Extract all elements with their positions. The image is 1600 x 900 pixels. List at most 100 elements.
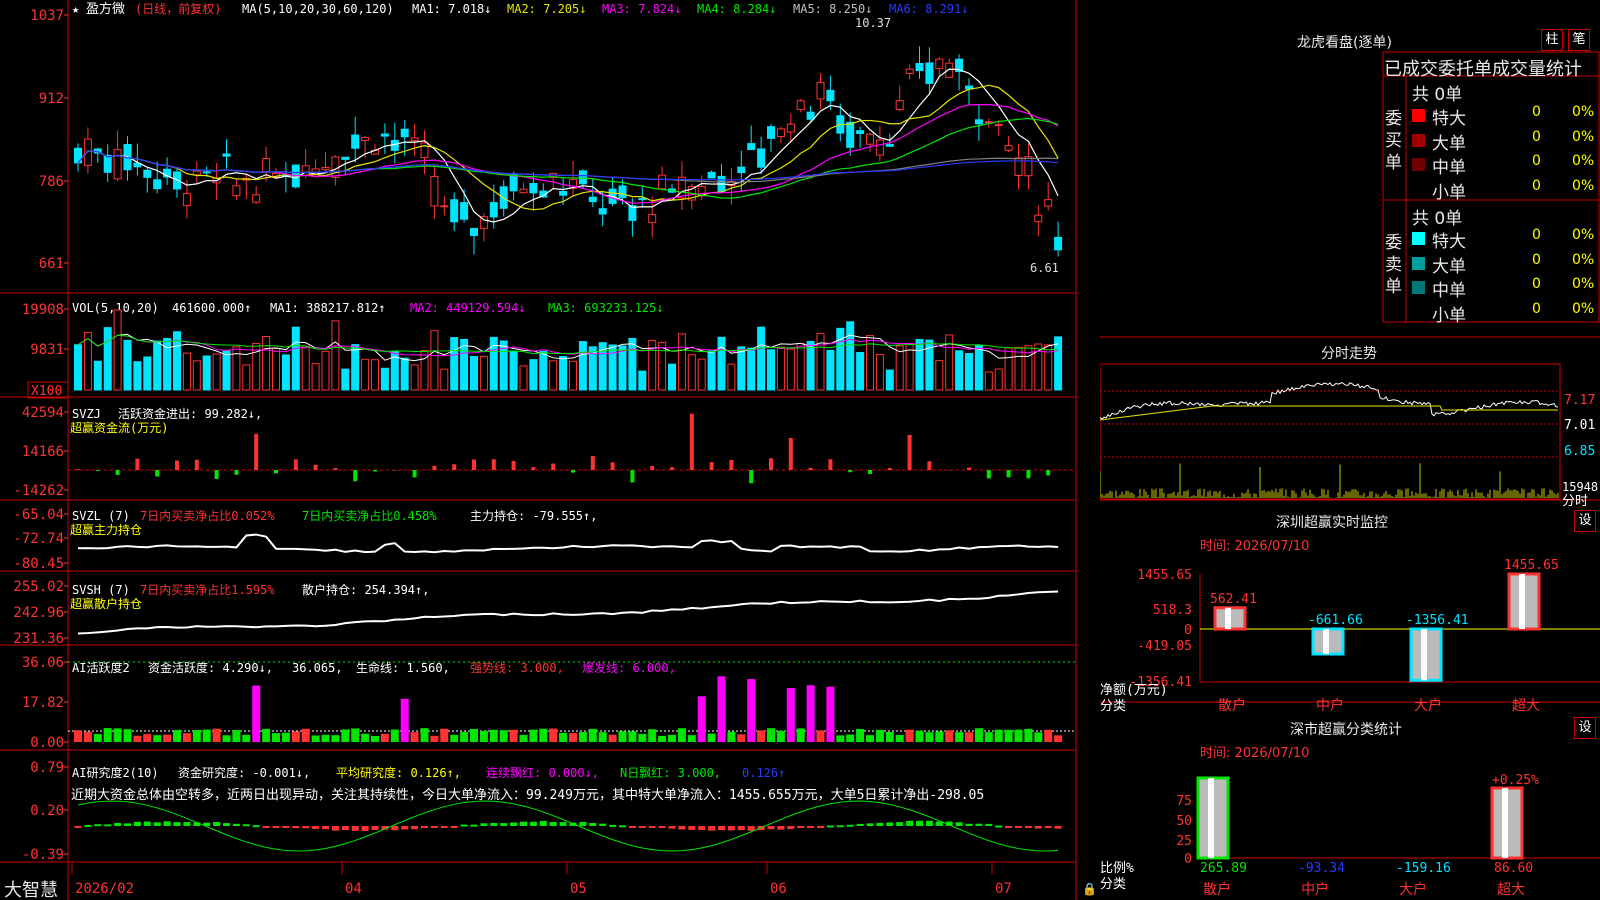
ai10-bar (430, 826, 438, 828)
svzl-label: 超赢主力持仓 (70, 522, 142, 537)
svzj-bar (76, 469, 80, 470)
axis-tick-label: -80.45 (13, 556, 64, 572)
ai2-bar (578, 731, 587, 742)
ma-lines (77, 68, 1059, 223)
stat-row-label: 中单 (1432, 158, 1466, 178)
ai2-bar (786, 687, 795, 742)
ai10-bar (826, 825, 834, 828)
legend-swatch (1412, 232, 1425, 245)
ai10-bar (371, 826, 379, 831)
candle-body (232, 185, 241, 197)
volume-bar (1014, 346, 1023, 391)
ai10-bar (817, 826, 824, 828)
volume-bar (272, 347, 280, 391)
volume-bar (281, 354, 290, 391)
ai10-bar (925, 820, 933, 826)
svzj-bar (1026, 470, 1031, 479)
price-axis: 1037 912 786 661 (30, 8, 68, 272)
stat-row-value: 0 (1532, 153, 1541, 169)
ai2-bar (143, 734, 152, 742)
svzj-bar (670, 467, 674, 470)
svzj-bar (432, 465, 437, 470)
svzj-bar (511, 461, 516, 470)
ai2-bar (598, 732, 607, 742)
volume-bar (816, 332, 825, 391)
volume-bar (202, 355, 211, 391)
ai10-bar (213, 822, 221, 826)
vol-ma2: MA2: 449129.594↓ (410, 301, 526, 315)
candle-body (757, 148, 766, 168)
svzj-bar (95, 470, 100, 471)
candle-body (905, 68, 914, 74)
candle-body (519, 188, 528, 194)
volume-bar (529, 359, 538, 391)
ai10-bar (876, 822, 884, 826)
svzj-bar (986, 470, 991, 479)
stat-row-label: 大单 (1432, 256, 1466, 277)
ai10-bar (1015, 826, 1022, 828)
axis-tick-label: 36.06 (22, 655, 64, 671)
axis-tick-label: 19908 (22, 302, 64, 318)
volume-bar (93, 360, 102, 391)
svzj-bar (610, 462, 615, 470)
candle-body (529, 182, 538, 194)
monitor-settings-button[interactable]: 设 (1574, 510, 1596, 532)
candle-body (846, 121, 855, 148)
monitor-bar-label: 1455.65 (1504, 558, 1559, 573)
candle-body (935, 58, 944, 70)
ai10-bar (906, 820, 914, 826)
volume-bar (400, 357, 409, 391)
axis-tick-label: -72.74 (13, 531, 64, 547)
ai2-bar (341, 729, 350, 742)
volume-bar (677, 333, 686, 391)
ai2-bar (717, 676, 726, 742)
favorite-star-icon[interactable]: ★ (72, 2, 79, 16)
lock-icon[interactable]: 🔒 (1082, 882, 1097, 896)
ai2-bar (945, 730, 954, 742)
svzj-bar (689, 413, 694, 470)
ai10-bar (520, 821, 527, 826)
main-chart-area[interactable]: ★ 盈方微 (日线，前复权) MA(5,10,20,30,60,120) MA1… (0, 0, 1100, 900)
candle-body (974, 119, 983, 125)
ai2-bar (470, 728, 478, 742)
svzj-bar (472, 459, 476, 470)
ai10-bar (718, 826, 725, 831)
ai10-bar (163, 821, 171, 826)
ai2-bar (569, 733, 577, 742)
legend-swatch (1412, 256, 1425, 270)
low-label: 6.61 (1030, 261, 1059, 275)
ai10-summary: 近期大资金总体由空转多，近两日出现异动，关注其持续性，今日大单净流入：99.24… (71, 787, 984, 803)
legend-swatch (1412, 158, 1425, 171)
ai2-bar (776, 730, 785, 742)
ai2-bar (559, 732, 568, 742)
ai2-bar (826, 686, 835, 742)
svsh-a: 7日内买卖净占比1.595% (140, 582, 275, 597)
ai2-bar (836, 735, 845, 742)
candle-body (450, 199, 459, 223)
candle-body (83, 138, 92, 166)
ai10-bar (480, 823, 488, 826)
volume-bar (509, 350, 518, 391)
tick-mode-button[interactable]: 笔 (1568, 29, 1590, 51)
axis-tick-label: 0.00 (30, 735, 64, 751)
volume-bar (311, 363, 320, 391)
chart-mode[interactable]: (日线，前复权) (135, 1, 221, 16)
ai2-bar (202, 729, 211, 742)
volume-bar (450, 337, 459, 391)
classify-settings-button[interactable]: 设 (1574, 717, 1596, 739)
ai10-bar (262, 826, 270, 828)
monitor-tick: -419.05 (1137, 639, 1192, 654)
ai2-bar (965, 732, 973, 742)
legend-swatch (1412, 109, 1425, 122)
ai10-bar (955, 822, 963, 826)
svzj-title: SVZJ (72, 407, 101, 421)
candle-body (182, 193, 191, 207)
candle-body (747, 143, 756, 151)
ai10-bar (1034, 826, 1042, 829)
ai2-bar (984, 732, 993, 742)
bar-mode-button[interactable]: 柱 (1541, 29, 1563, 51)
ma-legend-item: MA5: 8.250↓ (793, 2, 872, 16)
svzj-label: 超赢资金流(万元) (70, 420, 168, 435)
volume-bar (965, 353, 973, 391)
ai10-bar (1024, 826, 1032, 828)
